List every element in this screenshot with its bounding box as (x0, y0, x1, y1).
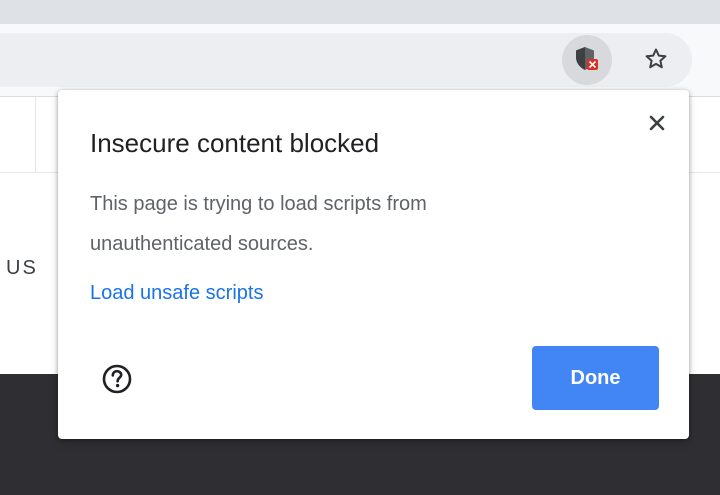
close-button[interactable] (642, 108, 672, 138)
insecure-content-dialog: Insecure content blocked This page is tr… (58, 90, 689, 439)
insecure-content-blocked-button[interactable] (562, 35, 612, 85)
dialog-body: This page is trying to load scripts from… (90, 193, 427, 255)
browser-toolbar (0, 24, 720, 97)
star-outline-icon (645, 48, 667, 69)
dialog-title: Insecure content blocked (90, 128, 380, 158)
subnav-divider (35, 97, 36, 172)
shield-blocked-icon (576, 47, 598, 70)
help-button[interactable] (100, 362, 134, 396)
load-unsafe-scripts-link[interactable]: Load unsafe scripts (90, 282, 263, 305)
help-icon (102, 364, 132, 394)
done-button[interactable]: Done (532, 346, 659, 410)
close-icon (649, 115, 665, 131)
tab-strip (0, 0, 720, 24)
bookmark-star-button[interactable] (636, 37, 676, 81)
page-partial-text: US (6, 257, 38, 279)
